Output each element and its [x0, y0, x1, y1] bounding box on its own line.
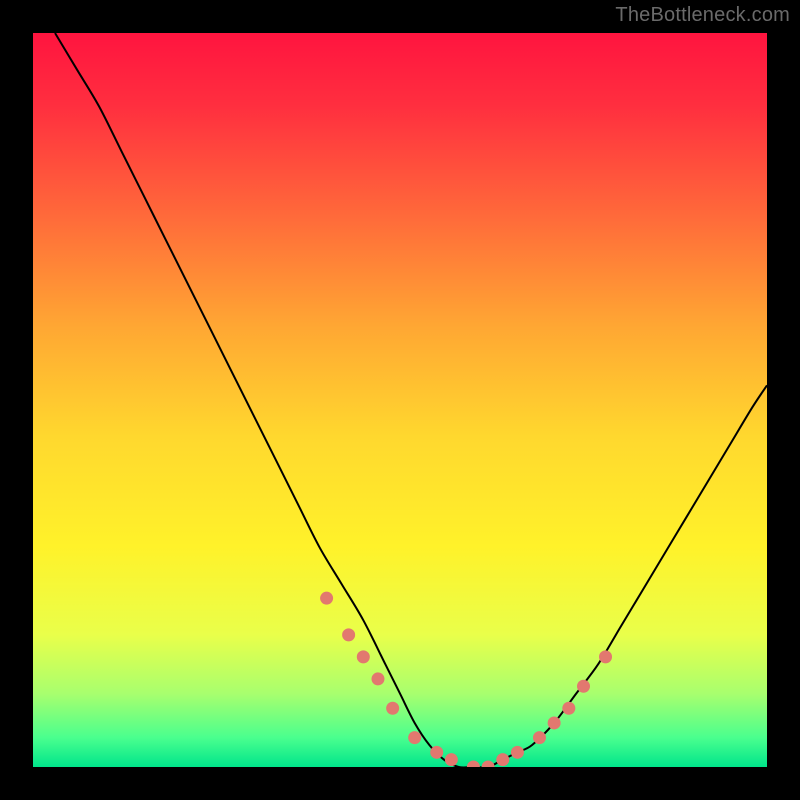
curve-marker — [371, 672, 384, 685]
curve-marker — [482, 761, 495, 774]
curve-marker — [599, 650, 612, 663]
curve-marker — [548, 716, 561, 729]
curve-marker — [342, 628, 355, 641]
curve-marker — [430, 746, 443, 759]
curve-marker — [408, 731, 421, 744]
curve-marker — [386, 702, 399, 715]
chart-frame: TheBottleneck.com — [0, 0, 800, 800]
curve-marker — [496, 753, 509, 766]
curve-marker — [533, 731, 546, 744]
curve-marker — [562, 702, 575, 715]
bottleneck-chart — [0, 0, 800, 800]
curve-marker — [320, 592, 333, 605]
curve-marker — [577, 680, 590, 693]
curve-marker — [467, 761, 480, 774]
curve-marker — [357, 650, 370, 663]
curve-marker — [511, 746, 524, 759]
gradient-background — [33, 33, 767, 767]
curve-marker — [445, 753, 458, 766]
